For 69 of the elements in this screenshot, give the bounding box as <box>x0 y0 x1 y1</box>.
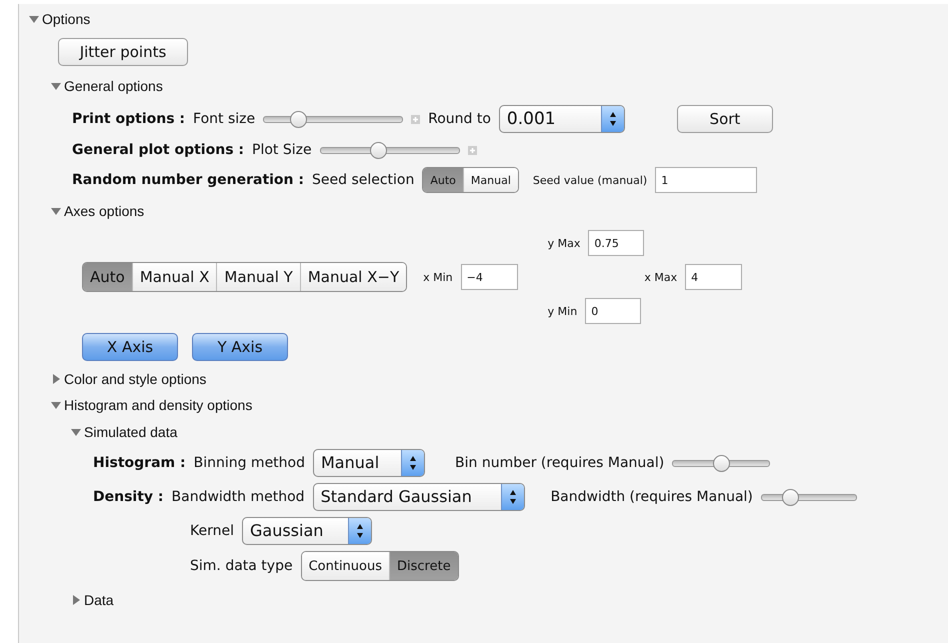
y-min-label: y Min <box>548 304 578 318</box>
segment-button[interactable]: Discrete <box>390 552 458 580</box>
print-options-label: Print options : <box>72 111 186 127</box>
segment-button[interactable]: Manual X <box>132 263 218 291</box>
disclosure-triangle-icon[interactable] <box>71 595 81 605</box>
segment-button[interactable]: Continuous <box>302 552 390 580</box>
section-header[interactable]: Options <box>42 11 90 27</box>
seed-value-field[interactable]: 1 <box>655 167 758 193</box>
seed-value-label: Seed value (manual) <box>532 174 648 186</box>
jitter-points-button[interactable]: Jitter points <box>58 38 188 66</box>
stepper-arrows-icon <box>401 450 424 476</box>
stepper-arrows-icon <box>600 106 624 132</box>
axis-button[interactable]: Y Axis <box>192 333 288 361</box>
dropdown[interactable]: Gaussian <box>242 517 372 545</box>
round-to-label: Round to <box>428 111 491 127</box>
density-label: Density : <box>93 489 164 505</box>
segment-button[interactable]: Auto <box>83 263 133 291</box>
disclosure-triangle-icon[interactable] <box>51 81 61 91</box>
y-max-field[interactable]: 0.75 <box>588 230 644 256</box>
bandwidth-label: Bandwidth (requires Manual) <box>550 489 753 505</box>
x-max-field[interactable]: 4 <box>685 264 742 290</box>
sim-data-type-label: Sim. data type <box>190 558 293 574</box>
x-max-label: x Max <box>644 270 678 284</box>
kernel-label: Kernel <box>190 523 234 539</box>
disclosure-triangle-icon[interactable] <box>29 14 39 24</box>
histogram-label: Histogram : <box>93 455 186 471</box>
y-min-field[interactable]: 0 <box>585 298 642 324</box>
x-min-label: x Min <box>423 270 453 284</box>
disclosure-triangle-icon[interactable] <box>51 400 61 410</box>
bin-number-label: Bin number (requires Manual) <box>455 455 664 471</box>
dropdown[interactable]: 0.001 <box>498 105 625 133</box>
stepper-arrows-icon <box>500 484 524 510</box>
slider-thumb[interactable] <box>713 454 730 472</box>
section-header[interactable]: Simulated data <box>84 424 178 440</box>
plus-icon <box>468 146 477 154</box>
font-size-label: Font size <box>193 111 256 127</box>
slider[interactable] <box>263 110 404 128</box>
slider[interactable] <box>672 454 770 472</box>
slider-thumb[interactable] <box>782 488 799 506</box>
random-number-label: Random number generation : <box>72 172 304 188</box>
binning-method-label: Binning method <box>194 455 305 471</box>
seed-selection-label: Seed selection <box>312 172 414 188</box>
segment-button[interactable]: Manual <box>464 168 518 192</box>
section-header[interactable]: Histogram and density options <box>64 397 252 413</box>
section-header[interactable]: Axes options <box>64 203 144 219</box>
bandwidth-method-label: Bandwidth method <box>172 489 305 505</box>
plot-size-label: Plot Size <box>252 142 312 158</box>
y-max-label: y Max <box>548 236 580 250</box>
segment-button[interactable]: Manual Y <box>217 263 301 291</box>
stepper-arrows-icon <box>348 518 371 544</box>
dropdown[interactable]: Standard Gaussian <box>312 483 525 511</box>
slider-thumb[interactable] <box>290 110 308 128</box>
disclosure-triangle-icon[interactable] <box>51 206 61 216</box>
disclosure-triangle-icon[interactable] <box>71 427 81 437</box>
plus-icon <box>411 114 420 124</box>
segment-button[interactable]: Auto <box>423 168 464 192</box>
section-header[interactable]: General options <box>64 78 163 94</box>
plot-options-label: General plot options : <box>72 142 244 158</box>
disclosure-triangle-icon[interactable] <box>51 374 61 384</box>
section-header[interactable]: Data <box>84 592 114 608</box>
section-header[interactable]: Color and style options <box>64 371 206 387</box>
slider-thumb[interactable] <box>370 142 388 158</box>
dropdown[interactable]: Manual <box>313 449 425 477</box>
sort-button[interactable]: Sort <box>676 105 773 133</box>
slider[interactable] <box>760 488 857 506</box>
slider[interactable] <box>320 142 460 158</box>
axis-button[interactable]: X Axis <box>82 333 178 361</box>
segment-button[interactable]: Manual X−Y <box>300 263 406 291</box>
x-min-field[interactable]: −4 <box>460 264 518 290</box>
